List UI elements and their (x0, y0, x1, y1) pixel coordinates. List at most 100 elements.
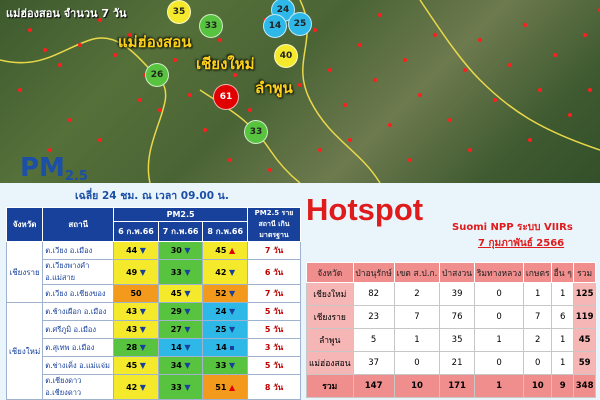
pm-value-cell: 14 ▪ (202, 338, 248, 357)
hotspot-table: จังหวัด ป่าอนุรักษ์ เขต ส.ป.ก. ป่าสงวน ริมทา… (306, 262, 596, 398)
pm-value-cell: 33 ▼ (157, 259, 204, 285)
hotspot-cell: แม่ฮ่องสอน (306, 351, 354, 375)
trend-down-icon: ▼ (181, 361, 191, 370)
hotspot-cell: 82 (352, 282, 395, 306)
hotspot-cell: 2 (393, 282, 441, 306)
trend-down-icon: ▼ (137, 246, 146, 255)
pm-row: ต.เวียง อ.เชียงของ 50 45 ▼ 52 ▼ 7 วัน (7, 284, 301, 303)
pm-value-cell: 30 ▼ (157, 241, 204, 260)
hotspot-cell: 23 (352, 305, 395, 329)
pm-title-subscript: 2.5 (64, 169, 88, 184)
hotspot-row: เชียงใหม่ 82 2 39 0 1 1 125 (306, 282, 596, 306)
pm-province-cell: เชียงใหม่ (5, 302, 44, 400)
hotspot-header-cell: เกษตร (523, 262, 553, 283)
trend-up-icon: ▲ (226, 246, 236, 255)
pm-row: ต.ศรีภูมิ อ.เมือง 43 ▼ 27 ▼ 25 ▼ 5 วัน (7, 320, 301, 339)
hotspot-date: 7 กุมภาพันธ์ 2566 (478, 238, 565, 249)
hotspot-cell: 119 (573, 305, 596, 329)
hotspot-cell: 6 (551, 305, 575, 329)
pm-note: เฉลี่ย 24 ชม. ณ เวลา 09.00 น. (75, 190, 229, 202)
pm-value-cell: 24 ▼ (202, 302, 248, 321)
pm-standard-cell: 8 วัน (247, 374, 301, 400)
hotspot-cell: 0 (473, 305, 525, 329)
trend-down-icon: ▪ (226, 343, 235, 352)
hotspot-cell: 76 (439, 305, 475, 329)
hotspot-header-cell: ป่าสงวน (439, 262, 475, 283)
pm-bubble: 26 (145, 63, 169, 87)
trend-down-icon: ▼ (137, 382, 146, 392)
hotspot-total-cell: 171 (439, 374, 475, 398)
hotspot-cell: 2 (523, 328, 553, 352)
pm-bubble: 14 (263, 14, 287, 38)
hotspot-cell: 35 (439, 328, 475, 352)
hotspot-title: Hotspot (306, 192, 424, 227)
pm-bubble: 33 (199, 14, 223, 38)
hotspot-cell: 0 (473, 351, 525, 375)
pm-station-cell: ต.สุเทพ อ.เมือง (42, 338, 115, 357)
hotspot-total-cell: 348 (573, 374, 596, 398)
pm-value-cell: 43 ▼ (113, 320, 159, 339)
trend-down-icon: ▼ (137, 343, 146, 352)
hotspot-header-cell: เขต ส.ป.ก. (393, 262, 441, 283)
trend-down-icon: ▼ (181, 246, 191, 255)
hotspot-cell: 7 (523, 305, 553, 329)
trend-down-icon: ▼ (181, 343, 191, 352)
pm-value-cell: 14 ▼ (157, 338, 204, 357)
pm-station-cell: ต.ช่างเคิ่ง อ.แม่แจ่ม (42, 356, 115, 375)
pm-value-cell: 33 ▼ (157, 374, 204, 400)
hotspot-cell: 21 (439, 351, 475, 375)
pm-value-cell: 50 (113, 284, 159, 303)
pm-value-cell: 49 ▼ (113, 259, 159, 285)
satellite-map: แม่ฮ่องสอน จำนวน 7 วัน แม่ฮ่องสอน เชียงใ… (0, 0, 600, 183)
pm-value-cell: 42 ▼ (113, 374, 159, 400)
trend-down-icon: ▼ (137, 267, 146, 277)
pm-value-cell: 25 ▼ (202, 320, 248, 339)
pm-header-station: สถานี (42, 207, 115, 242)
pm-header-date: 7 ก.พ.66 (157, 221, 204, 242)
pm-title: PM2.5 (20, 153, 88, 184)
trend-down-icon: ▼ (226, 325, 236, 334)
pm-row: เชียงราย ต.เวียง อ.เมือง 44 ▼ 30 ▼ 45 ▲ 7 วัน (5, 241, 301, 303)
trend-down-icon: ▼ (226, 361, 236, 370)
hotspot-total-cell: รวม (306, 374, 354, 398)
pm-header-group: PM2.5 (113, 206, 248, 223)
trend-down-icon: ▼ (137, 307, 146, 316)
hotspot-cell: 39 (439, 282, 475, 306)
pm-bubble: 40 (274, 44, 298, 68)
pm-station-cell: ต.เวียง อ.เมือง (42, 241, 115, 260)
hotspot-total-cell: 10 (523, 374, 553, 398)
pm-bubble: 61 (213, 84, 239, 110)
pm-station-cell: ต.เชียงดาว อ.เชียงดาว (42, 374, 115, 400)
pm-value-cell: 29 ▼ (157, 302, 204, 321)
pm-value-cell: 42 ▼ (202, 259, 248, 285)
hotspot-total-cell: 10 (393, 374, 441, 398)
hotspot-header-cell: ป่าอนุรักษ์ (352, 262, 395, 283)
city-label-lamphun: ลำพูน (255, 79, 293, 97)
city-label-maehongson: แม่ฮ่องสอน (118, 33, 192, 51)
pm-standard-cell: 3 วัน (247, 338, 301, 357)
pm-header-date: 8 ก.พ.66 (202, 221, 248, 242)
hotspot-cell: 1 (523, 282, 553, 306)
trend-down-icon: ▼ (137, 361, 146, 370)
pm-value-cell: 51 ▲ (202, 374, 248, 400)
pm-row: เชียงใหม่ ต.ช้างเผือก อ.เมือง 43 ▼ 29 ▼ 24 ▼… (5, 302, 301, 400)
hotspot-cell: 1 (393, 328, 441, 352)
pm-value-cell: 33 ▼ (202, 356, 248, 375)
hotspot-cell: เชียงใหม่ (306, 282, 354, 306)
hotspot-cell: 125 (573, 282, 596, 306)
hotspot-header-cell: ริมทางหลวง (473, 262, 525, 283)
pm-standard-cell: 7 วัน (247, 241, 301, 260)
hotspot-total-cell: 147 (352, 374, 395, 398)
pm-value-cell: 45 ▼ (113, 356, 159, 375)
hotspot-total-cell: 1 (473, 374, 525, 398)
hotspot-cell: 0 (523, 351, 553, 375)
pm-row: ต.สุเทพ อ.เมือง 28 ▼ 14 ▼ 14 ▪ 3 วัน (7, 338, 301, 357)
pm-standard-cell: 7 วัน (247, 284, 301, 303)
pm-table: จังหวัด สถานี PM2.5 PM2.5 รายสถานี เกินม… (5, 206, 301, 400)
pm-value-cell: 28 ▼ (113, 338, 159, 357)
trend-down-icon: ▼ (226, 307, 236, 316)
hotspot-row: แม่ฮ่องสอน 37 0 21 0 0 1 59 (306, 351, 596, 375)
trend-down-icon: ▼ (181, 307, 191, 316)
hotspot-cell: 45 (573, 328, 596, 352)
city-label-chiangmai: เชียงใหม่ (196, 55, 255, 73)
